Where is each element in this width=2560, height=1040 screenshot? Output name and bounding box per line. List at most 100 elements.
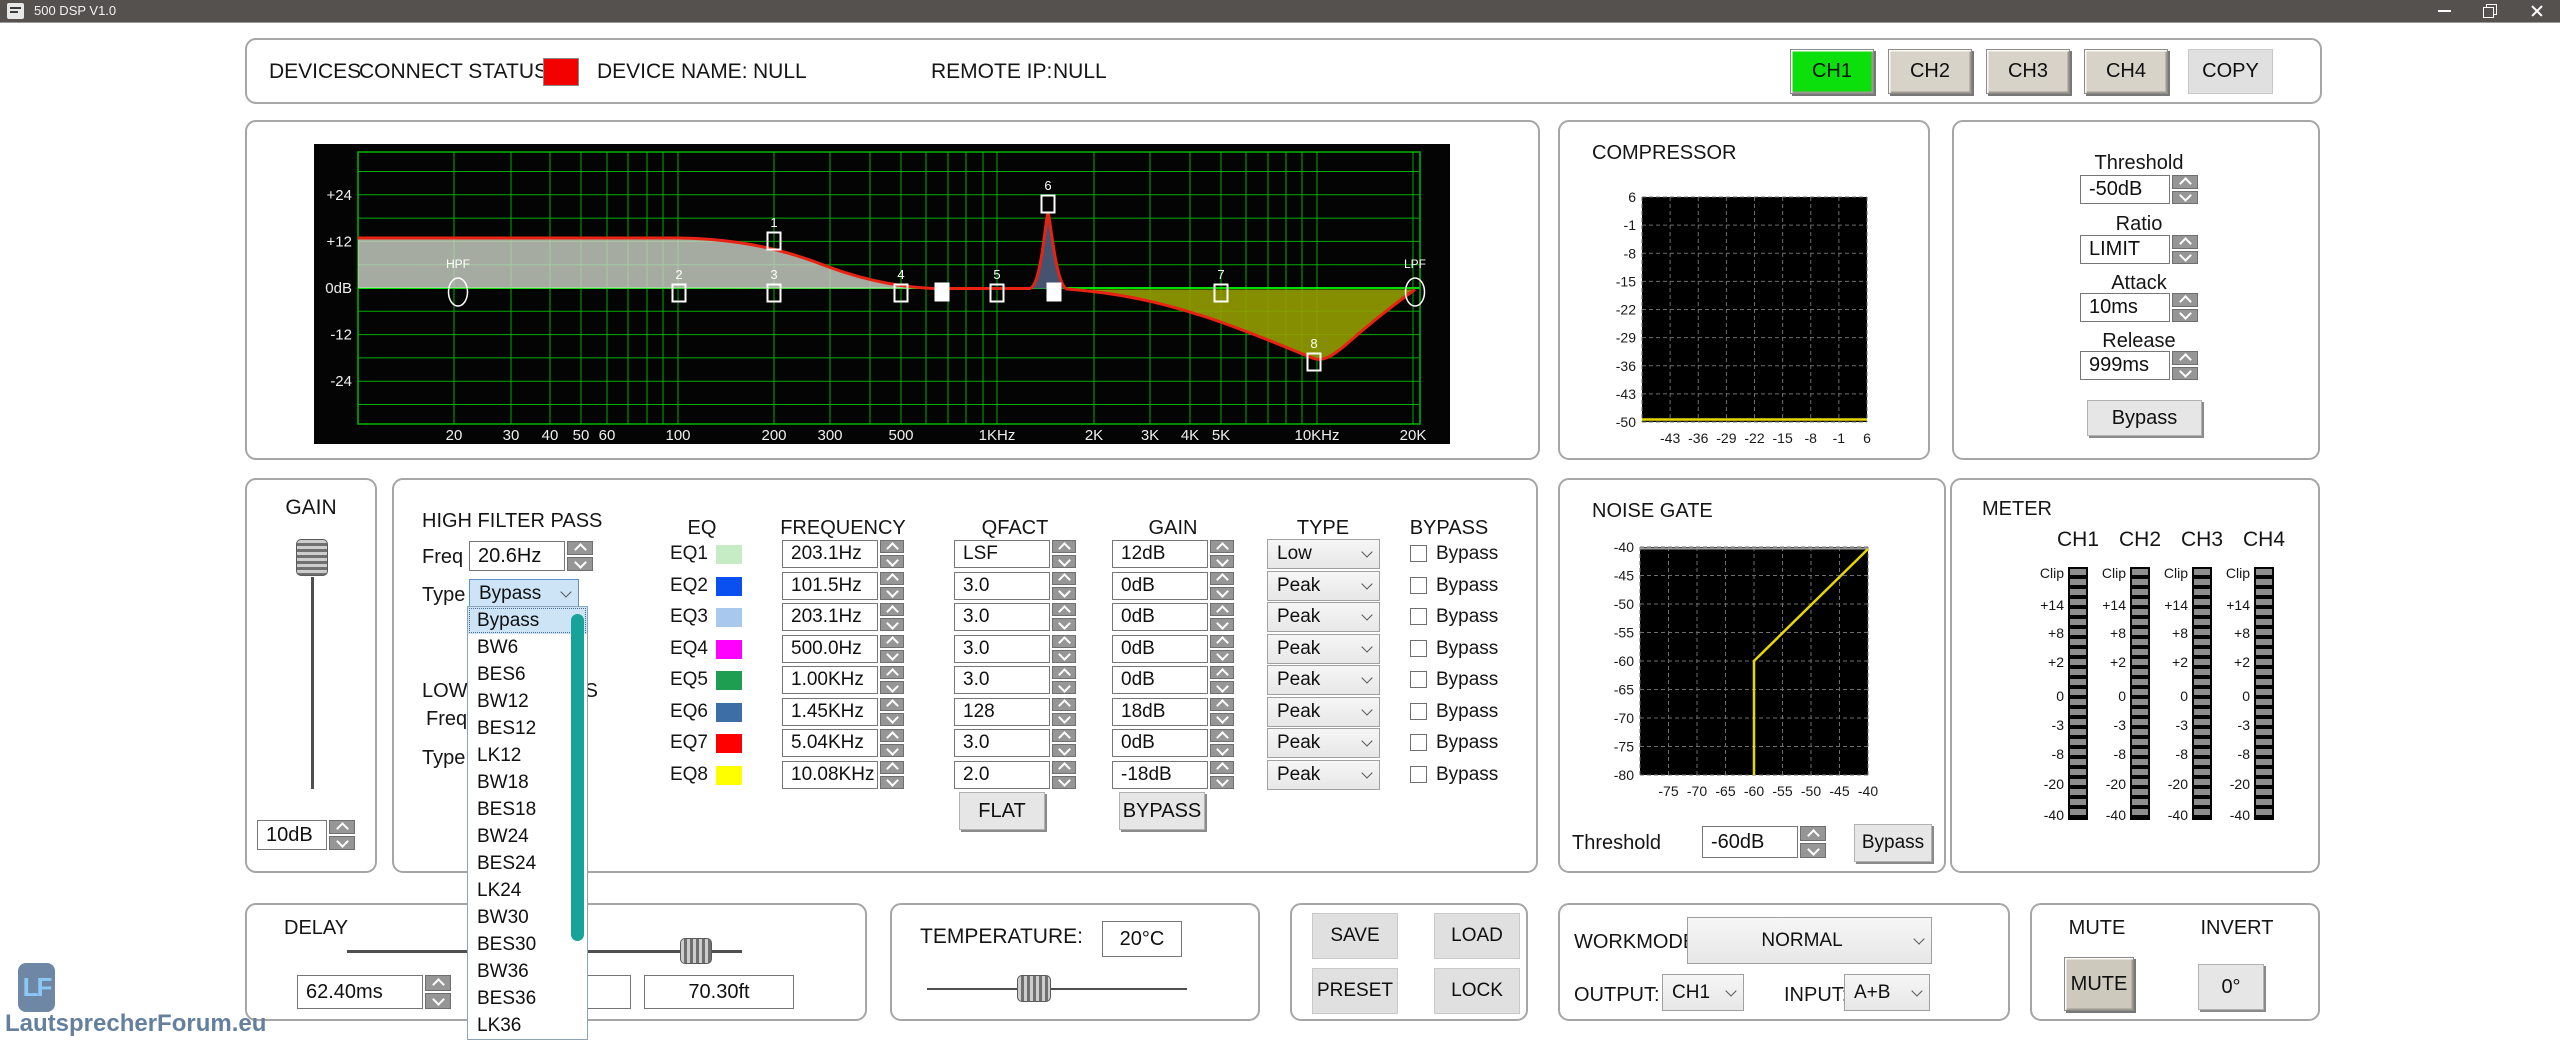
eq-frequency-field[interactable]: 500.0Hz xyxy=(782,635,878,663)
type-option-lk24[interactable]: LK24 xyxy=(468,877,587,904)
spin-down-button[interactable] xyxy=(1210,744,1234,757)
spin-up-button[interactable] xyxy=(425,975,451,991)
noise-gate-bypass-button[interactable]: Bypass xyxy=(1854,824,1932,862)
eq-gain-field[interactable]: 12dB xyxy=(1112,540,1208,568)
release-spinner[interactable] xyxy=(2172,351,2198,380)
spin-up-button[interactable] xyxy=(1052,635,1076,648)
eq-frequency-spinner[interactable] xyxy=(880,635,904,663)
type-option-bypass[interactable]: Bypass xyxy=(468,607,587,634)
hpf-type-dropdown-list[interactable]: BypassBW6BES6BW12BES12LK12BW18BES18BW24B… xyxy=(467,606,588,1040)
spin-down-button[interactable] xyxy=(1052,650,1076,663)
hpf-freq-field[interactable]: 20.6Hz xyxy=(469,541,565,571)
eq-gain-spinner[interactable] xyxy=(1210,572,1234,600)
spin-up-button[interactable] xyxy=(2172,293,2198,307)
eq-gain-field[interactable]: -18dB xyxy=(1112,761,1208,789)
threshold-field[interactable]: -50dB xyxy=(2080,175,2170,204)
channel-button-ch2[interactable]: CH2 xyxy=(1888,49,1972,94)
type-option-bw30[interactable]: BW30 xyxy=(468,904,587,931)
type-option-bes30[interactable]: BES30 xyxy=(468,931,587,958)
eq-frequency-field[interactable]: 101.5Hz xyxy=(782,572,878,600)
eq-frequency-field[interactable]: 5.04KHz xyxy=(782,729,878,757)
type-option-bw24[interactable]: BW24 xyxy=(468,823,587,850)
spin-down-button[interactable] xyxy=(2172,251,2198,265)
eq-bypass-checkbox[interactable] xyxy=(1410,671,1427,688)
spin-down-button[interactable] xyxy=(880,681,904,694)
compressor-bypass-button[interactable]: Bypass xyxy=(2087,400,2202,436)
spin-up-button[interactable] xyxy=(1210,761,1234,774)
eq-qfact-field[interactable]: 3.0 xyxy=(954,603,1050,631)
spin-down-button[interactable] xyxy=(1052,713,1076,726)
eq-qfact-spinner[interactable] xyxy=(1052,540,1076,568)
spin-down-button[interactable] xyxy=(1052,776,1076,789)
spin-down-button[interactable] xyxy=(1052,555,1076,568)
type-option-bw36[interactable]: BW36 xyxy=(468,958,587,985)
spin-up-button[interactable] xyxy=(1800,826,1826,841)
eq-bypass-checkbox[interactable] xyxy=(1410,734,1427,751)
type-option-bw12[interactable]: BW12 xyxy=(468,688,587,715)
eq-qfact-spinner[interactable] xyxy=(1052,572,1076,600)
eq-type-select[interactable]: Peak xyxy=(1267,634,1380,664)
eq-gain-spinner[interactable] xyxy=(1210,698,1234,726)
save-button[interactable]: SAVE xyxy=(1312,913,1398,959)
eq-bypass-checkbox[interactable] xyxy=(1410,545,1427,562)
release-field[interactable]: 999ms xyxy=(2080,351,2170,380)
eq-qfact-field[interactable]: 2.0 xyxy=(954,761,1050,789)
spin-up-button[interactable] xyxy=(1210,635,1234,648)
spin-down-button[interactable] xyxy=(1800,843,1826,858)
preset-button[interactable]: PRESET xyxy=(1312,968,1398,1014)
eq-type-select[interactable]: Peak xyxy=(1267,697,1380,727)
channel-button-ch1[interactable]: CH1 xyxy=(1790,49,1874,94)
eq-type-select[interactable]: Peak xyxy=(1267,728,1380,758)
eq-qfact-spinner[interactable] xyxy=(1052,603,1076,631)
type-option-lk12[interactable]: LK12 xyxy=(468,742,587,769)
type-option-bes12[interactable]: BES12 xyxy=(468,715,587,742)
spin-down-button[interactable] xyxy=(1052,681,1076,694)
eq-response-plot[interactable]: 12345678HPFLPF+24+120dB-12-2420304050601… xyxy=(314,144,1450,444)
spin-up-button[interactable] xyxy=(1210,572,1234,585)
eq-qfact-field[interactable]: 3.0 xyxy=(954,729,1050,757)
eq-type-select[interactable]: Peak xyxy=(1267,602,1380,632)
spin-down-button[interactable] xyxy=(1210,776,1234,789)
eq-type-select[interactable]: Peak xyxy=(1267,571,1380,601)
spin-down-button[interactable] xyxy=(2172,309,2198,323)
hpf-type-select[interactable]: Bypass xyxy=(469,579,579,609)
spin-up-button[interactable] xyxy=(1052,698,1076,711)
eq-bypass-checkbox[interactable] xyxy=(1410,577,1427,594)
eq-gain-field[interactable]: 0dB xyxy=(1112,572,1208,600)
spin-up-button[interactable] xyxy=(1210,698,1234,711)
copy-button[interactable]: COPY xyxy=(2188,49,2273,94)
eq-qfact-spinner[interactable] xyxy=(1052,729,1076,757)
eq-gain-spinner[interactable] xyxy=(1210,666,1234,694)
load-button[interactable]: LOAD xyxy=(1434,913,1520,959)
spin-up-button[interactable] xyxy=(880,603,904,616)
eq-gain-spinner[interactable] xyxy=(1210,635,1234,663)
type-option-bes18[interactable]: BES18 xyxy=(468,796,587,823)
spin-down-button[interactable] xyxy=(1052,587,1076,600)
eq-frequency-spinner[interactable] xyxy=(880,729,904,757)
eq-frequency-field[interactable]: 203.1Hz xyxy=(782,603,878,631)
eq-frequency-spinner[interactable] xyxy=(880,603,904,631)
type-option-lk36[interactable]: LK36 xyxy=(468,1012,587,1039)
delay-slider-handle[interactable] xyxy=(680,938,712,964)
restore-icon[interactable] xyxy=(2483,7,2494,18)
spin-up-button[interactable] xyxy=(1210,603,1234,616)
hpf-freq-spinner[interactable] xyxy=(567,541,593,571)
noise-gate-threshold-field[interactable]: -60dB xyxy=(1702,826,1798,858)
eq-qfact-spinner[interactable] xyxy=(1052,761,1076,789)
eq-graph-canvas[interactable]: 12345678HPFLPF+24+120dB-12-2420304050601… xyxy=(314,144,1450,444)
spin-up-button[interactable] xyxy=(880,540,904,553)
type-option-bw18[interactable]: BW18 xyxy=(468,769,587,796)
delay-ft-field[interactable]: 70.30ft xyxy=(644,975,794,1009)
output-select[interactable]: CH1 xyxy=(1662,974,1744,1011)
spin-down-button[interactable] xyxy=(880,587,904,600)
spin-up-button[interactable] xyxy=(880,635,904,648)
eq-frequency-spinner[interactable] xyxy=(880,572,904,600)
spin-down-button[interactable] xyxy=(1210,587,1234,600)
eq-bypass-all-button[interactable]: BYPASS xyxy=(1119,792,1205,830)
spin-down-button[interactable] xyxy=(1052,744,1076,757)
spin-up-button[interactable] xyxy=(880,666,904,679)
spin-down-button[interactable] xyxy=(1052,618,1076,631)
mute-button[interactable]: MUTE xyxy=(2064,957,2134,1011)
spin-up-button[interactable] xyxy=(1052,666,1076,679)
dropdown-scrollbar-thumb[interactable] xyxy=(571,614,584,941)
